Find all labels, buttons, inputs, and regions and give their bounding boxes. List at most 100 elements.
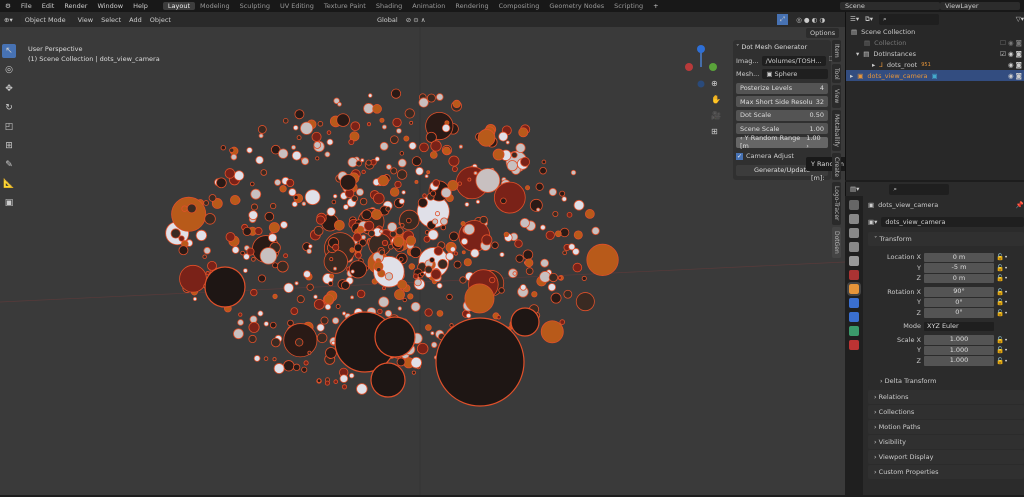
tab-rendering[interactable]: Rendering [450, 2, 493, 10]
add-cube-tool-icon[interactable]: ▣ [2, 196, 16, 210]
viewport-display-section[interactable]: › Viewport Display [868, 450, 1024, 464]
menu-file[interactable]: File [16, 2, 37, 10]
tab-sculpting[interactable]: Sculpting [235, 2, 275, 10]
shading-modes[interactable]: ◎ ● ◐ ◑ [796, 16, 825, 24]
transform-tool-icon[interactable]: ⊞ [2, 139, 16, 153]
select-tool-icon[interactable]: ↖ [2, 44, 16, 58]
max-short-side-field[interactable]: Max Short Side Resolu 32 [736, 96, 828, 107]
outliner-row-dotinstances[interactable]: ▾ ▤ DotInstances ☑ ◉ ◙ [846, 48, 1024, 59]
gizmo-toggle-icon[interactable]: ⤢ [776, 14, 789, 25]
scene-selector[interactable]: Scene [840, 2, 940, 10]
outliner-row-collection[interactable]: ▤ Collection ☐ ◉ ◙ [846, 37, 1024, 48]
menu-help[interactable]: Help [128, 2, 153, 10]
image-path-field[interactable]: /Volumes/TOSH... [761, 55, 826, 66]
rotation-mode-dropdown[interactable]: XYZ Euler [924, 321, 994, 331]
tab-texture-paint[interactable]: Texture Paint [319, 2, 371, 10]
object-tab-icon[interactable] [847, 282, 861, 296]
custom-properties-section[interactable]: › Custom Properties [868, 465, 1024, 479]
pin-icon[interactable]: 📌 [1016, 201, 1024, 209]
options-dropdown[interactable]: Options [806, 28, 840, 38]
view-layer-selector[interactable]: ViewLayer [940, 2, 1020, 10]
texture-tab-icon[interactable] [849, 340, 859, 350]
mesh-field[interactable]: ▣ Sphere [762, 68, 828, 79]
tab-compositing[interactable]: Compositing [494, 2, 545, 10]
rotate-tool-icon[interactable]: ↻ [2, 101, 16, 115]
funnel-icon[interactable]: ▽▾ [1016, 15, 1024, 23]
visibility-icons[interactable]: ☐ ◉ ◙ [1000, 39, 1024, 47]
render-tab-icon[interactable] [849, 214, 859, 224]
expand-icon[interactable]: ▸ [872, 61, 875, 69]
location-x-field[interactable]: 0 m [924, 252, 994, 262]
expand-icon[interactable]: ▾ [856, 50, 859, 58]
transform-section-header[interactable]: ˅ Transform [868, 232, 1024, 246]
delta-transform-section[interactable]: › Delta Transform [868, 374, 1024, 388]
tab-item[interactable]: Item [832, 40, 841, 62]
lock-icon[interactable]: 🔓• [994, 298, 1008, 306]
mode-selector[interactable]: Object Mode [20, 14, 70, 25]
rotation-x-field[interactable]: 90° [924, 287, 994, 297]
annotate-tool-icon[interactable]: ✎ [2, 158, 16, 172]
scale-z-field[interactable]: 1.000 [924, 356, 994, 366]
lock-icon[interactable]: 🔓• [994, 357, 1008, 365]
outliner-search[interactable]: ⌕ [879, 13, 939, 25]
properties-search[interactable]: ⌕ [889, 183, 950, 195]
expand-icon[interactable]: ▸ [850, 72, 853, 80]
tab-logo-tracer[interactable]: Logo-Tracer [832, 182, 841, 225]
lock-icon[interactable]: 🔓• [994, 274, 1008, 282]
orientation-selector[interactable]: Global [377, 16, 398, 24]
scale-y-field[interactable]: 1.000 [924, 345, 994, 355]
collections-section[interactable]: › Collections [868, 405, 1024, 419]
tab-scripting[interactable]: Scripting [609, 2, 648, 10]
scale-x-field[interactable]: 1.000 [924, 335, 994, 345]
posterize-levels-field[interactable]: Posterize Levels 4 [736, 82, 828, 94]
lock-icon[interactable]: 🔓• [994, 264, 1008, 272]
tool-tab-icon[interactable] [849, 200, 859, 210]
location-z-field[interactable]: 0 m [924, 273, 994, 283]
location-y-field[interactable]: -5 m [924, 263, 994, 273]
scale-tool-icon[interactable]: ◰ [2, 120, 16, 134]
object-name-field[interactable]: dots_view_camera [881, 217, 1024, 227]
display-mode-icon[interactable]: ☰▾ [850, 15, 859, 23]
motion-paths-section[interactable]: › Motion Paths [868, 420, 1024, 434]
tab-metaballify[interactable]: Metaballify [832, 109, 841, 151]
outliner-row-dots-view-camera[interactable]: ▸ ▣ dots_view_camera ▣ ◉ ◙ [846, 70, 1024, 81]
rotation-z-field[interactable]: 0° [924, 308, 994, 318]
relations-section[interactable]: › Relations [868, 390, 1024, 404]
add-workspace-button[interactable]: + [648, 2, 663, 10]
menu-render[interactable]: Render [59, 2, 92, 10]
tab-dotgen[interactable]: DotGen [832, 226, 841, 258]
physics-tab-icon[interactable] [849, 298, 859, 308]
tab-geometry-nodes[interactable]: Geometry Nodes [544, 2, 609, 10]
outliner-row-scene-collection[interactable]: ▤ Scene Collection [846, 26, 1024, 37]
dot-scale-field[interactable]: Dot Scale 0.50 [736, 109, 828, 121]
tab-view[interactable]: View [832, 85, 841, 108]
tab-modeling[interactable]: Modeling [195, 2, 235, 10]
filter-icon[interactable]: ⧉▾ [865, 15, 873, 24]
tab-tool[interactable]: Tool [832, 63, 841, 84]
output-tab-icon[interactable] [849, 228, 859, 238]
tab-create[interactable]: Create [832, 152, 841, 181]
menu-edit[interactable]: Edit [37, 2, 60, 10]
tab-uv-editing[interactable]: UV Editing [275, 2, 319, 10]
menu-view[interactable]: View [78, 16, 93, 24]
camera-data-tab-icon[interactable] [849, 326, 859, 336]
world-tab-icon[interactable] [849, 270, 859, 280]
editor-type-icon[interactable]: ▤▾ [850, 185, 859, 193]
rotation-y-field[interactable]: 0° [924, 297, 994, 307]
viewport-nav-icons[interactable]: ⊕ ✋ 🎥 ⊞ [711, 76, 721, 140]
menu-object[interactable]: Object [150, 16, 171, 24]
outliner-row-dots-root[interactable]: ▸ ⅃ dots_root 951 ◉ ◙ [846, 59, 1024, 70]
move-tool-icon[interactable]: ✥ [2, 82, 16, 96]
lock-icon[interactable]: 🔓• [994, 253, 1008, 261]
menu-window[interactable]: Window [92, 2, 128, 10]
blender-logo-icon[interactable]: ⚙ [0, 2, 16, 10]
tab-animation[interactable]: Animation [407, 2, 450, 10]
lock-icon[interactable]: 🔓• [994, 288, 1008, 296]
view-layer-tab-icon[interactable] [849, 242, 859, 252]
snap-icon[interactable]: ⊘ ⊙ ∧ [406, 16, 426, 24]
scene-tab-icon[interactable] [849, 256, 859, 266]
y-random-range-field[interactable]: ‹ Y Random Range [m 1.00 › [736, 134, 828, 150]
scene-scale-field[interactable]: Scene Scale 1.00 [736, 123, 828, 134]
cursor-tool-icon[interactable]: ◎ [2, 63, 16, 77]
menu-select[interactable]: Select [101, 16, 121, 24]
